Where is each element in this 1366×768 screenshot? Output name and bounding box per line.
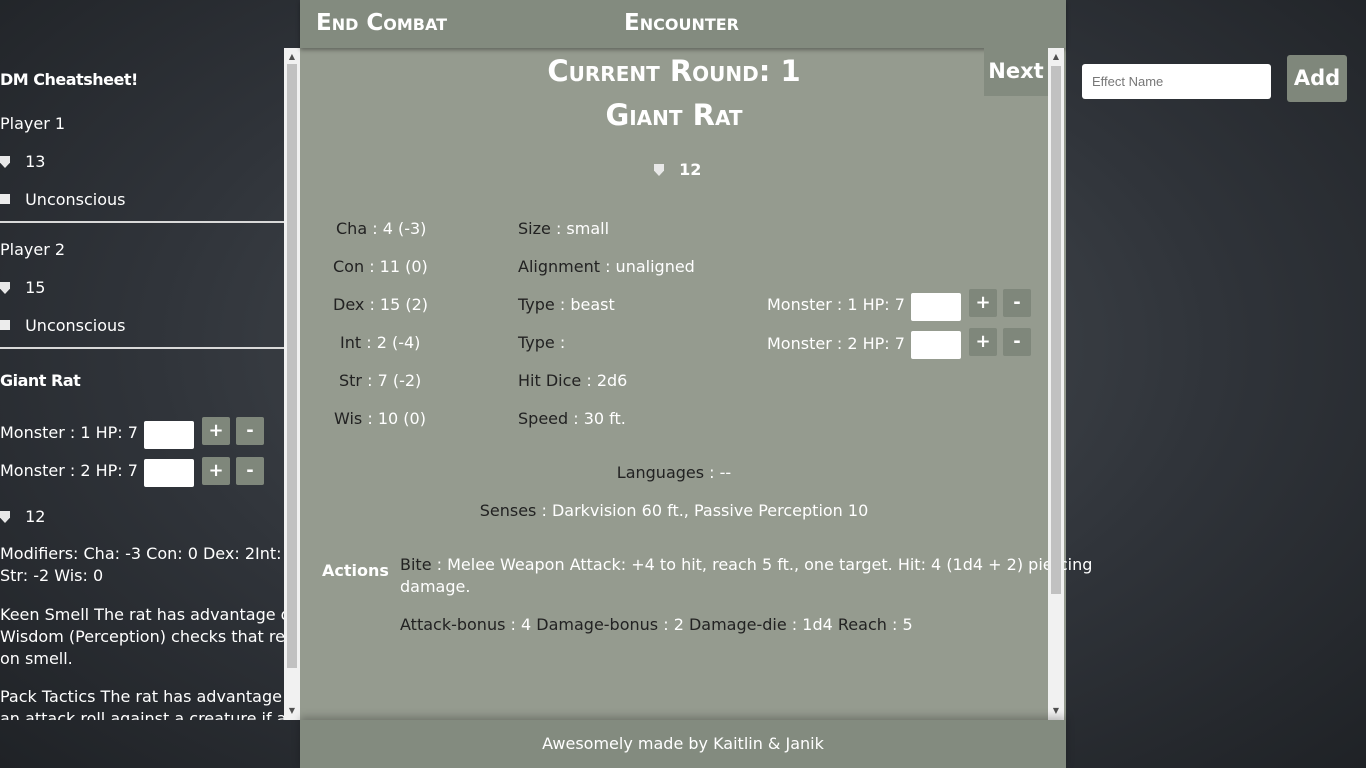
prop-speed: Speed : 30 ft.	[518, 409, 626, 428]
hp-minus-button[interactable]: -	[236, 457, 264, 485]
hp-plus-button[interactable]: +	[969, 328, 997, 356]
hp-minus-button[interactable]: -	[1003, 328, 1031, 356]
prop-subtype: Type :	[518, 333, 566, 352]
hp-input[interactable]	[911, 293, 961, 321]
monster-ac-value: 12	[679, 160, 702, 179]
modifiers-line: Modifiers: Cha: -3 Con: 0 Dex: 2Int: -4	[0, 544, 300, 563]
scroll-up-arrow-icon[interactable]: ▲	[1048, 50, 1064, 64]
unconscious-label: Unconscious	[25, 190, 126, 209]
action-bite: Bite : Melee Weapon Attack: +4 to hit, r…	[400, 555, 1093, 574]
scroll-down-arrow-icon[interactable]: ▼	[284, 704, 300, 718]
player-ac-value: 15	[25, 278, 46, 297]
footer-credits: Awesomely made by Kaitlin & Janik	[542, 734, 824, 753]
monster-ac: 12	[654, 159, 701, 181]
page-title: Encounter	[624, 10, 739, 36]
stat-con: Con : 11 (0)	[333, 257, 428, 276]
sidebar-scrollbar-thumb[interactable]	[287, 64, 297, 668]
hp-input[interactable]	[911, 331, 961, 359]
monster-hp-label: Monster : 1 HP: 7	[767, 295, 905, 314]
hp-minus-button[interactable]: -	[1003, 289, 1031, 317]
shield-icon	[654, 164, 664, 176]
shield-icon	[0, 156, 10, 168]
trait-line: Keen Smell The rat has advantage on	[0, 605, 300, 624]
stat-str: Str : 7 (-2)	[339, 371, 422, 390]
player-name: Player 2	[0, 240, 66, 259]
prop-size: Size : small	[518, 219, 610, 238]
hp-plus-button[interactable]: +	[202, 457, 230, 485]
add-effect-button[interactable]: Add	[1287, 55, 1347, 102]
stat-dex: Dex : 15 (2)	[333, 295, 429, 314]
actions-label: Actions	[322, 561, 389, 580]
trait-line: Wisdom (Perception) checks that rely	[0, 627, 299, 646]
scroll-up-arrow-icon[interactable]: ▲	[284, 50, 300, 64]
player-ac: 13	[0, 152, 45, 172]
trait-line: an attack roll against a creature if at	[0, 709, 293, 720]
hp-plus-button[interactable]: +	[969, 289, 997, 317]
prop-hit-dice: Hit Dice : 2d6	[518, 371, 628, 390]
senses: Senses : Darkvision 60 ft., Passive Perc…	[479, 501, 869, 520]
stat-cha: Cha : 4 (-3)	[336, 219, 427, 238]
player-name: Player 1	[0, 114, 66, 133]
end-combat-button[interactable]: End Combat	[316, 10, 447, 36]
trait-line: on smell.	[0, 649, 73, 668]
monster-ac: 12	[0, 507, 45, 527]
shield-icon	[0, 282, 10, 294]
monster-ac-value: 12	[25, 507, 46, 526]
prop-alignment: Alignment : unaligned	[518, 257, 695, 276]
next-turn-button[interactable]: Next	[984, 48, 1048, 96]
trait-line: Pack Tactics The rat has advantage on	[0, 687, 300, 706]
action-bite-cont: damage.	[400, 577, 471, 596]
monster-name: Giant Rat	[605, 98, 743, 132]
monster-hp-label: Monster : 2 HP: 7	[0, 461, 138, 480]
player-ac-value: 13	[25, 152, 46, 171]
prop-type: Type : beast	[518, 295, 615, 314]
footer: Awesomely made by Kaitlin & Janik	[300, 720, 1066, 768]
player-status[interactable]: Unconscious	[0, 316, 126, 336]
sidebar-monster-name: Giant Rat	[0, 371, 81, 390]
sidebar-title: DM Cheatsheet!	[0, 70, 138, 89]
current-round: Current Round: 1	[547, 54, 801, 88]
player-status[interactable]: Unconscious	[0, 190, 126, 210]
hp-input[interactable]	[144, 421, 194, 449]
unconscious-checkbox[interactable]	[0, 320, 10, 330]
modifiers-line: Str: -2 Wis: 0	[0, 566, 104, 585]
divider	[0, 347, 284, 349]
hp-input[interactable]	[144, 459, 194, 487]
main-scrollbar-thumb[interactable]	[1051, 66, 1061, 594]
stat-int: Int : 2 (-4)	[340, 333, 421, 352]
stat-wis: Wis : 10 (0)	[334, 409, 426, 428]
encounter-panel: End Combat Encounter Current Round: 1 Ne…	[300, 0, 1092, 768]
shield-icon	[0, 511, 10, 523]
action-stats: Attack-bonus : 4 Damage-bonus : 2 Damage…	[400, 615, 913, 634]
dm-cheatsheet-sidebar[interactable]: DM Cheatsheet! Player 1 13 Unconscious P…	[0, 48, 300, 720]
divider	[0, 221, 284, 223]
hp-plus-button[interactable]: +	[202, 417, 230, 445]
monster-hp-label: Monster : 2 HP: 7	[767, 334, 905, 353]
unconscious-checkbox[interactable]	[0, 194, 10, 204]
languages: Languages : --	[616, 463, 732, 482]
scroll-down-arrow-icon[interactable]: ▼	[1048, 704, 1064, 718]
hp-minus-button[interactable]: -	[236, 417, 264, 445]
top-bar: End Combat Encounter	[300, 0, 1066, 48]
monster-hp-label: Monster : 1 HP: 7	[0, 423, 138, 442]
effect-name-input[interactable]: Effect Name	[1082, 64, 1271, 99]
player-ac: 15	[0, 278, 45, 298]
unconscious-label: Unconscious	[25, 316, 126, 335]
